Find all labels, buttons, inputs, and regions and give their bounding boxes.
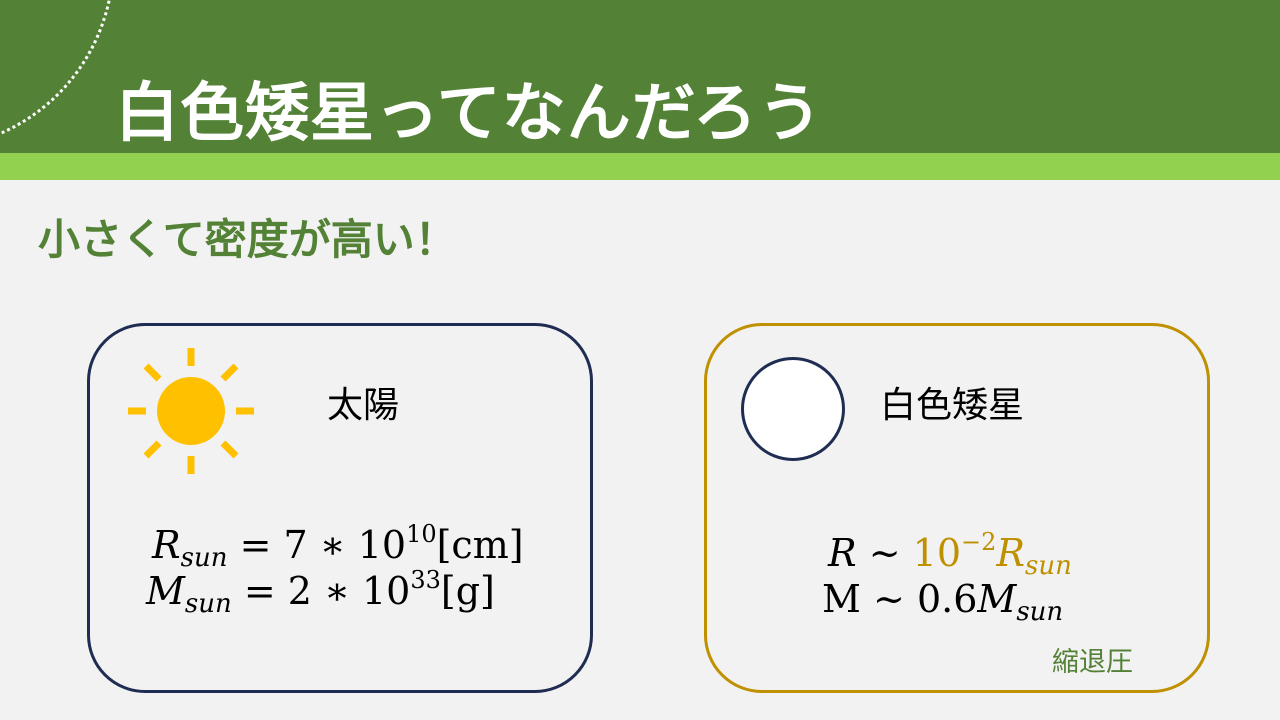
degeneracy-pressure-note: 縮退圧 (1052, 647, 1133, 678)
dotted-arc-decoration (0, 0, 115, 150)
white-dwarf-mass-equation: M ∼ 0.6Msun (822, 577, 1064, 627)
white-dwarf-radius-equation: R ∼ 10−2Rsun (828, 528, 1072, 581)
slide-title: 白色矮星ってなんだろう (115, 77, 823, 151)
sun-mass-equation: Msun = 2 ∗ 1033[g] (146, 566, 495, 619)
white-dwarf-circle-icon (741, 357, 845, 461)
white-dwarf-label: 白色矮星 (880, 385, 1025, 426)
header-accent-band (0, 153, 1280, 180)
sun-icon (128, 348, 254, 474)
header-bar: 白色矮星ってなんだろう (0, 0, 1280, 153)
slide-subtitle: 小さくて密度が高い！ (38, 215, 457, 264)
sun-label: 太陽 (327, 385, 400, 426)
sun-radius-equation: Rsun = 7 ∗ 1010[cm] (152, 520, 524, 573)
